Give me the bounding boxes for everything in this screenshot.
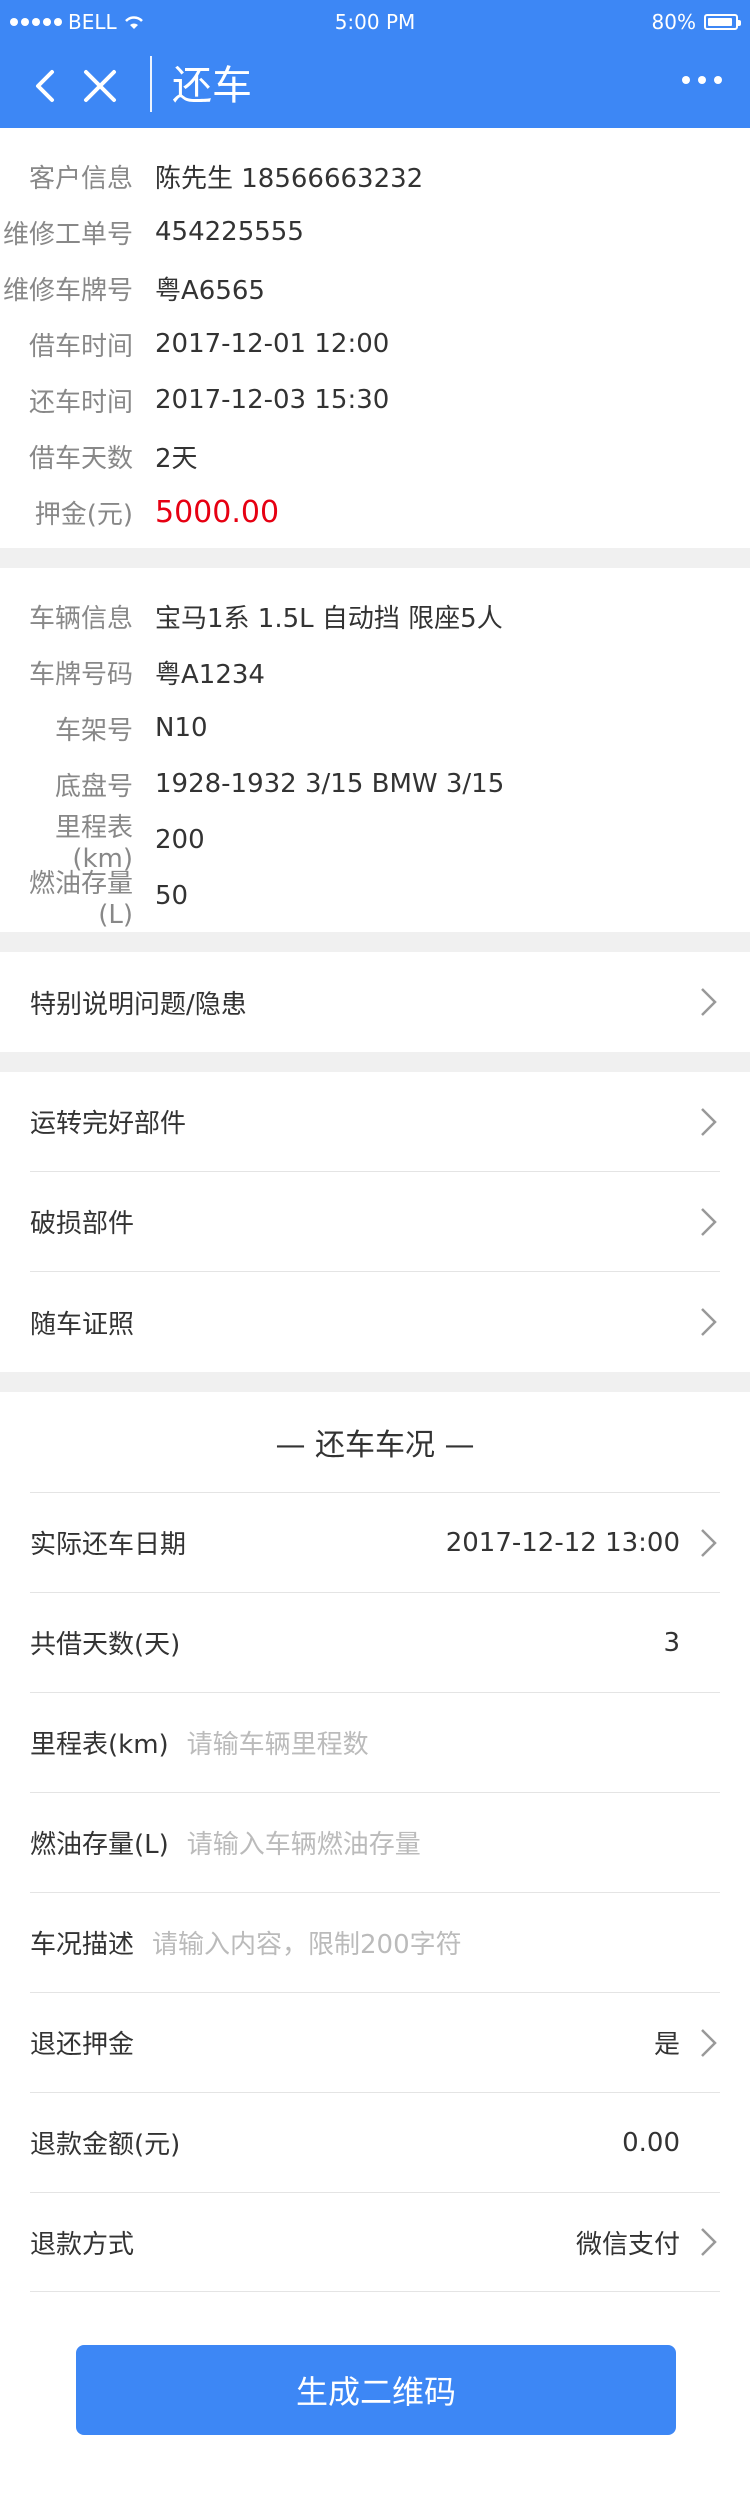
info-row-odometer: 里程表(km) 200 xyxy=(0,812,750,874)
chevron-right-icon xyxy=(701,2028,717,2057)
parts-row-damaged[interactable]: 破损部件 xyxy=(30,1172,720,1272)
parts-label: 运转完好部件 xyxy=(30,1109,187,1139)
refund-deposit-select[interactable]: 是 xyxy=(654,2024,680,2061)
chevron-right-icon xyxy=(701,1308,717,1336)
total-days-value: 3 xyxy=(663,1627,680,1658)
info-label: 车牌号码 xyxy=(28,659,133,690)
special-note-label: 特别说明问题/隐患 xyxy=(30,989,247,1020)
info-row-loan-time: 借车时间 2017-12-01 12:00 xyxy=(0,316,750,372)
info-value: 2017-12-03 15:30 xyxy=(155,385,390,415)
parts-row-documents[interactable]: 随车证照 xyxy=(30,1272,720,1372)
refund-method-select[interactable]: 微信支付 xyxy=(576,2224,680,2261)
back-icon[interactable] xyxy=(28,64,64,108)
refund-amount-value: 0.00 xyxy=(622,2127,680,2158)
info-row-chassis: 底盘号 1928-1932 3/15 BMW 3/15 xyxy=(0,756,750,812)
chevron-right-icon xyxy=(701,2228,717,2256)
parts-label: 破损部件 xyxy=(30,1209,135,1239)
nav-divider xyxy=(150,56,152,112)
info-value: 粤A1234 xyxy=(155,659,265,690)
form-label: 车况描述 xyxy=(30,1930,135,1960)
form-label: 共借天数(天) xyxy=(30,1630,181,1660)
info-value: 陈先生 18566663232 xyxy=(155,163,424,194)
info-label: 借车天数 xyxy=(28,443,133,474)
info-row-plate: 车牌号码 粤A1234 xyxy=(0,644,750,700)
info-label: 客户信息 xyxy=(28,163,133,194)
info-row-customer: 客户信息 陈先生 18566663232 xyxy=(0,148,750,204)
actual-return-date-value: 2017-12-12 13:00 xyxy=(446,1526,720,1560)
info-label: 还车时间 xyxy=(28,387,133,418)
status-bar: BELL 5:00 PM 80% xyxy=(0,0,750,44)
info-label: 底盘号 xyxy=(54,771,133,802)
refund-deposit-value: 是 xyxy=(654,2024,720,2061)
refund-amount-row: 退款金额(元) 0.00 xyxy=(30,2092,720,2192)
mileage-row[interactable]: 里程表(km) 请输车辆里程数 xyxy=(30,1692,720,1792)
info-value: 200 xyxy=(155,825,205,855)
battery-percent: 80% xyxy=(651,10,696,34)
battery-icon xyxy=(704,14,741,30)
status-right: 80% xyxy=(651,10,741,34)
form-label: 退款方式 xyxy=(30,2229,135,2260)
info-label: 借车时间 xyxy=(28,331,133,362)
info-row-frame: 车架号 N10 xyxy=(0,700,750,756)
info-label: 押金(元) xyxy=(34,499,133,530)
info-label: 维修车牌号 xyxy=(2,275,133,306)
total-days-row: 共借天数(天) 3 xyxy=(30,1592,720,1692)
actual-return-date-row[interactable]: 实际还车日期 2017-12-12 13:00 xyxy=(30,1492,720,1592)
chevron-right-icon xyxy=(701,1107,717,1136)
deposit-value: 5000.00 xyxy=(155,494,280,530)
info-value: 2017-12-01 12:00 xyxy=(155,329,390,359)
info-value: 粤A6565 xyxy=(155,275,265,306)
info-row-vehicle: 车辆信息 宝马1系 1.5L 自动挡 限座5人 xyxy=(0,588,750,644)
form-label: 实际还车日期 xyxy=(30,1530,187,1560)
fuel-row[interactable]: 燃油存量(L) 请输入车辆燃油存量 xyxy=(30,1792,720,1892)
section-heading: — 还车车况 — xyxy=(275,1428,475,1463)
info-row-return-time: 还车时间 2017-12-03 15:30 xyxy=(0,372,750,428)
date-value: 2017-12-12 13:00 xyxy=(445,1527,680,1558)
info-value: 宝马1系 1.5L 自动挡 限座5人 xyxy=(155,603,503,634)
info-row-deposit: 押金(元) 5000.00 xyxy=(0,484,750,540)
form-label: 里程表(km) xyxy=(30,1730,169,1760)
return-condition-section: — 还车车况 — 实际还车日期 2017-12-12 13:00 共借天数(天)… xyxy=(0,1392,750,2495)
chevron-right-icon xyxy=(701,988,717,1016)
info-value: N10 xyxy=(155,713,208,743)
chevron-right-icon xyxy=(701,1207,717,1236)
nav-bar: 还车 xyxy=(0,44,750,128)
parts-row-working[interactable]: 运转完好部件 xyxy=(30,1072,720,1172)
form-label: 退款金额(元) xyxy=(30,2130,181,2160)
mileage-input[interactable]: 请输车辆里程数 xyxy=(187,1724,369,1761)
form-label: 退还押金 xyxy=(30,2030,135,2060)
fuel-input[interactable]: 请输入车辆燃油存量 xyxy=(187,1824,421,1861)
loan-info-section: 客户信息 陈先生 18566663232 维修工单号 454225555 维修车牌号… xyxy=(0,128,750,548)
refund-method-value: 微信支付 xyxy=(576,2224,720,2261)
status-time: 5:00 PM xyxy=(334,10,416,34)
special-note-section: 特别说明问题/隐患 xyxy=(0,952,750,1052)
condition-input[interactable]: 请输入内容，限制200字符 xyxy=(152,1924,462,1961)
close-icon[interactable] xyxy=(78,64,122,108)
info-label: 车辆信息 xyxy=(28,603,133,634)
info-value: 2天 xyxy=(155,443,198,474)
refund-deposit-row[interactable]: 退还押金 是 xyxy=(30,1992,720,2092)
parts-label: 随车证照 xyxy=(30,1309,135,1340)
info-value: 454225555 xyxy=(155,217,304,247)
info-value: 50 xyxy=(155,881,189,911)
condition-row[interactable]: 车况描述 请输入内容，限制200字符 xyxy=(30,1892,720,1992)
chevron-right-icon xyxy=(701,1528,717,1557)
generate-qr-button[interactable]: 生成二维码 xyxy=(76,2345,676,2435)
parts-section: 运转完好部件 破损部件 随车证照 xyxy=(0,1072,750,1372)
info-row-fuel: 燃油存量(L) 50 xyxy=(0,868,750,930)
info-label: 燃油存量(L) xyxy=(28,868,133,930)
page-title: 还车 xyxy=(172,63,252,109)
special-note-row[interactable]: 特别说明问题/隐患 xyxy=(30,952,720,1052)
info-label: 维修工单号 xyxy=(2,219,133,250)
info-label: 车架号 xyxy=(54,715,133,746)
refund-method-row[interactable]: 退款方式 微信支付 xyxy=(30,2192,720,2292)
info-row-repair-plate: 维修车牌号 粤A6565 xyxy=(0,260,750,316)
vehicle-info-section: 车辆信息 宝马1系 1.5L 自动挡 限座5人 车牌号码 粤A1234 车架号 N10… xyxy=(0,568,750,932)
more-icon[interactable] xyxy=(682,76,722,84)
submit-wrap: 生成二维码 xyxy=(76,2345,676,2435)
form-label: 燃油存量(L) xyxy=(30,1830,169,1860)
info-row-loan-days: 借车天数 2天 xyxy=(0,428,750,484)
info-value: 1928-1932 3/15 BMW 3/15 xyxy=(155,769,505,799)
info-row-work-order: 维修工单号 454225555 xyxy=(0,204,750,260)
